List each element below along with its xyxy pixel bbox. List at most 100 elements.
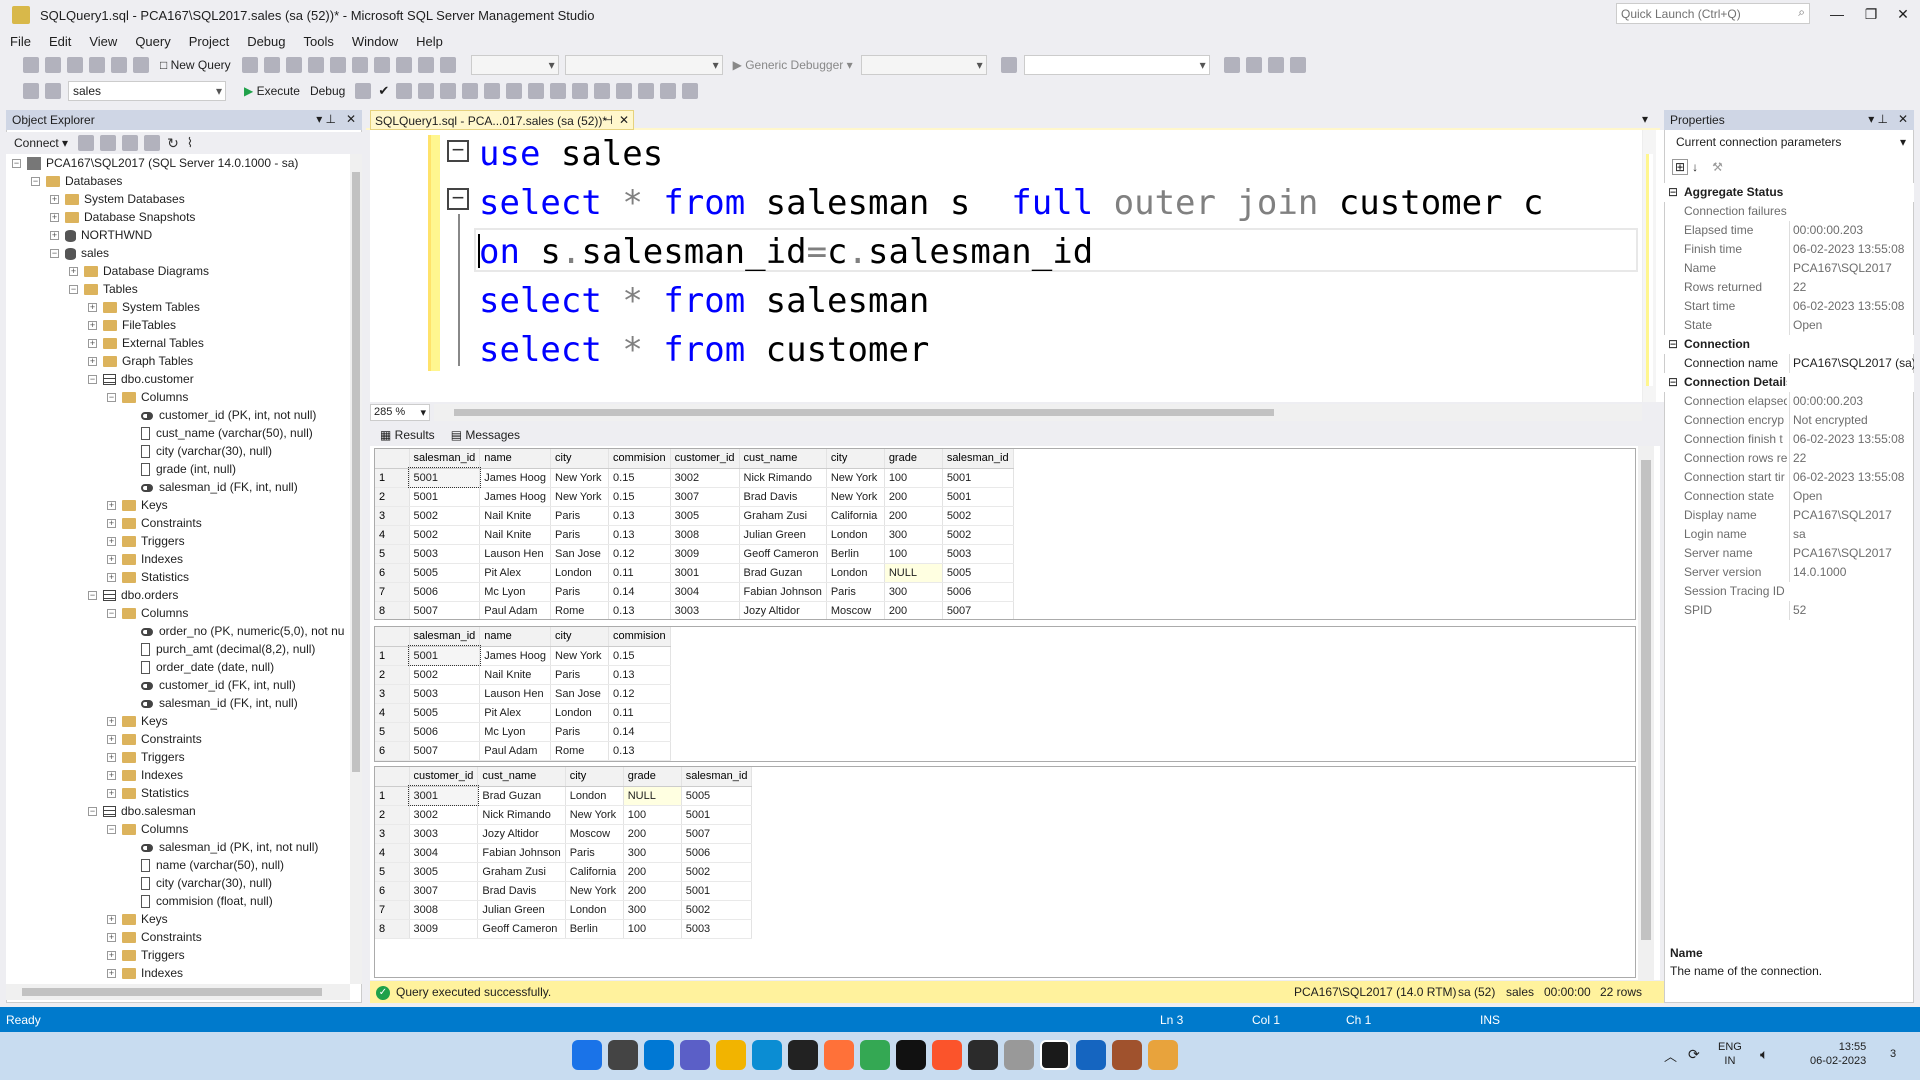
table-cell[interactable]: Rome xyxy=(550,601,610,619)
tree-node[interactable]: + Indexes xyxy=(107,964,183,982)
row-number[interactable]: 4 xyxy=(375,525,410,545)
taskbar-app-icon[interactable] xyxy=(608,1040,638,1070)
table-cell[interactable]: California xyxy=(826,506,885,526)
cancel-query-icon[interactable] xyxy=(355,83,372,99)
expand-toggle-icon[interactable]: + xyxy=(88,357,97,367)
back-icon[interactable] xyxy=(23,57,39,73)
table-row[interactable]: 5 5003 Lauson Hen San Jose 0.12 3009 Geoff Cam… xyxy=(375,544,1014,564)
table-row[interactable]: 8 5007 Paul Adam Rome 0.13 3003 Jozy Altidor Mo… xyxy=(375,601,1014,619)
table-cell[interactable]: 300 xyxy=(884,582,943,602)
tree-node[interactable]: city (varchar(30), null) xyxy=(126,874,272,892)
property-row[interactable]: Display name PCA167\SQL2017 xyxy=(1664,506,1914,525)
results-to-grid-icon[interactable] xyxy=(550,83,567,99)
close-icon[interactable]: ✕ xyxy=(346,112,356,126)
table-row[interactable]: 2 5001 James Hoog New York 0.15 3007 Brad Davi… xyxy=(375,487,1014,507)
table-cell[interactable]: Paris xyxy=(550,582,610,602)
zoom-dropdown[interactable]: 285 % ▾ xyxy=(370,404,430,421)
volume-icon[interactable]: 🔈︎ xyxy=(1760,1046,1768,1063)
properties-object-dropdown[interactable]: Current connection parameters ▾ xyxy=(1668,132,1910,152)
tree-node[interactable]: order_no (PK, numeric(5,0), not nu xyxy=(126,622,344,640)
table-cell[interactable]: 200 xyxy=(884,601,943,619)
expand-toggle-icon[interactable]: + xyxy=(107,573,116,583)
table-cell[interactable]: Geoff Cameron xyxy=(739,544,827,564)
expand-toggle-icon[interactable]: + xyxy=(50,195,59,205)
property-row[interactable]: Rows returned 22 xyxy=(1664,278,1914,297)
execute-button[interactable]: ▶ Execute xyxy=(244,84,300,98)
table-cell[interactable]: 0.15 xyxy=(608,468,671,488)
table-cell[interactable]: James Hoog xyxy=(479,646,552,666)
table-cell[interactable]: 5002 xyxy=(409,665,481,685)
tree-node[interactable]: + Database Diagrams xyxy=(69,262,209,280)
tree-node[interactable]: + Database Snapshots xyxy=(50,208,195,226)
table-cell[interactable]: 5003 xyxy=(942,544,1014,564)
redo-icon[interactable] xyxy=(417,57,434,73)
table-cell[interactable]: 3008 xyxy=(670,525,740,545)
table-cell[interactable]: Jozy Altidor xyxy=(477,824,566,844)
property-row[interactable]: Connection start tir 06-02-2023 13:55:08 xyxy=(1664,468,1914,487)
paste-icon[interactable] xyxy=(373,57,390,73)
table-cell[interactable]: 100 xyxy=(884,544,943,564)
table-cell[interactable]: Berlin xyxy=(826,544,885,564)
table-cell[interactable]: San Jose xyxy=(550,544,610,564)
table-cell[interactable]: 0.13 xyxy=(608,601,671,619)
column-header[interactable]: city xyxy=(826,449,885,469)
table-cell[interactable]: 3005 xyxy=(409,862,479,882)
table-cell[interactable]: Paris xyxy=(550,506,610,526)
table-cell[interactable]: 5005 xyxy=(681,786,753,806)
table-cell[interactable]: 0.14 xyxy=(608,722,671,742)
menu-item-help[interactable]: Help xyxy=(416,34,443,49)
table-cell[interactable]: Brad Davis xyxy=(477,881,566,901)
expand-toggle-icon[interactable]: + xyxy=(50,213,59,223)
property-row[interactable]: Start time 06-02-2023 13:55:08 xyxy=(1664,297,1914,316)
tree-horizontal-scrollbar[interactable] xyxy=(6,984,350,1000)
table-cell[interactable]: 200 xyxy=(884,506,943,526)
results-grid-2[interactable]: salesman_id name city commision 1 5001 James H… xyxy=(374,626,1636,762)
find-dropdown[interactable] xyxy=(1023,55,1210,75)
display-plan-icon[interactable] xyxy=(396,83,413,99)
query-icon[interactable] xyxy=(263,57,280,73)
table-cell[interactable]: 0.15 xyxy=(608,487,671,507)
filter-icon[interactable] xyxy=(144,135,161,151)
expand-toggle-icon[interactable]: + xyxy=(107,501,116,511)
table-cell[interactable]: Nick Rimando xyxy=(477,805,566,825)
property-row[interactable]: Connection finish t 06-02-2023 13:55:08 xyxy=(1664,430,1914,449)
property-row[interactable]: Connection name PCA167\SQL2017 (sa) xyxy=(1664,354,1914,373)
debug-target-dropdown[interactable] xyxy=(860,55,987,75)
table-cell[interactable]: New York xyxy=(550,646,610,666)
table-cell[interactable]: 200 xyxy=(884,487,943,507)
table-cell[interactable]: 5001 xyxy=(408,467,481,488)
table-cell[interactable]: 5001 xyxy=(408,645,481,666)
table-cell[interactable]: Paul Adam xyxy=(479,741,552,761)
table-cell[interactable]: Julian Green xyxy=(739,525,827,545)
column-header[interactable]: city xyxy=(565,767,624,787)
column-header[interactable]: customer_id xyxy=(670,449,740,469)
table-cell[interactable]: 5003 xyxy=(409,544,481,564)
property-row[interactable]: Login name sa xyxy=(1664,525,1914,544)
table-cell[interactable]: 5007 xyxy=(409,741,481,761)
table-row[interactable]: 6 5007 Paul Adam Rome 0.13 xyxy=(375,741,671,761)
table-row[interactable]: 7 5006 Mc Lyon Paris 0.14 3004 Fabian Johnson P… xyxy=(375,582,1014,602)
table-cell[interactable]: James Hoog xyxy=(479,487,552,507)
table-cell[interactable]: San Jose xyxy=(550,684,610,704)
tree-node[interactable]: − Columns xyxy=(107,820,188,838)
table-row[interactable]: 2 5002 Nail Knite Paris 0.13 xyxy=(375,665,671,685)
clock[interactable]: 13:55 06-02-2023 xyxy=(1810,1040,1866,1068)
table-cell[interactable]: 100 xyxy=(884,468,943,488)
taskbar-app-icon[interactable] xyxy=(680,1040,710,1070)
tree-node[interactable]: + System Databases xyxy=(50,190,185,208)
table-cell[interactable]: 3009 xyxy=(670,544,740,564)
stop-icon[interactable] xyxy=(122,135,139,151)
table-cell[interactable]: London xyxy=(565,900,624,920)
generic-debugger-button[interactable]: ▶ Generic Debugger ▾ xyxy=(733,58,853,72)
column-header[interactable]: cust_name xyxy=(477,767,566,787)
menu-item-project[interactable]: Project xyxy=(189,34,229,49)
tree-node[interactable]: + External Tables xyxy=(88,334,204,352)
table-cell[interactable]: Nail Knite xyxy=(479,525,552,545)
table-cell[interactable]: Paris xyxy=(826,582,885,602)
table-cell[interactable]: 5002 xyxy=(681,900,753,920)
column-header[interactable]: name xyxy=(479,627,552,647)
expand-toggle-icon[interactable]: − xyxy=(88,807,97,817)
query-icon[interactable] xyxy=(307,57,324,73)
tree-node[interactable]: + Constraints xyxy=(107,928,202,946)
table-cell[interactable]: 5005 xyxy=(942,563,1014,583)
